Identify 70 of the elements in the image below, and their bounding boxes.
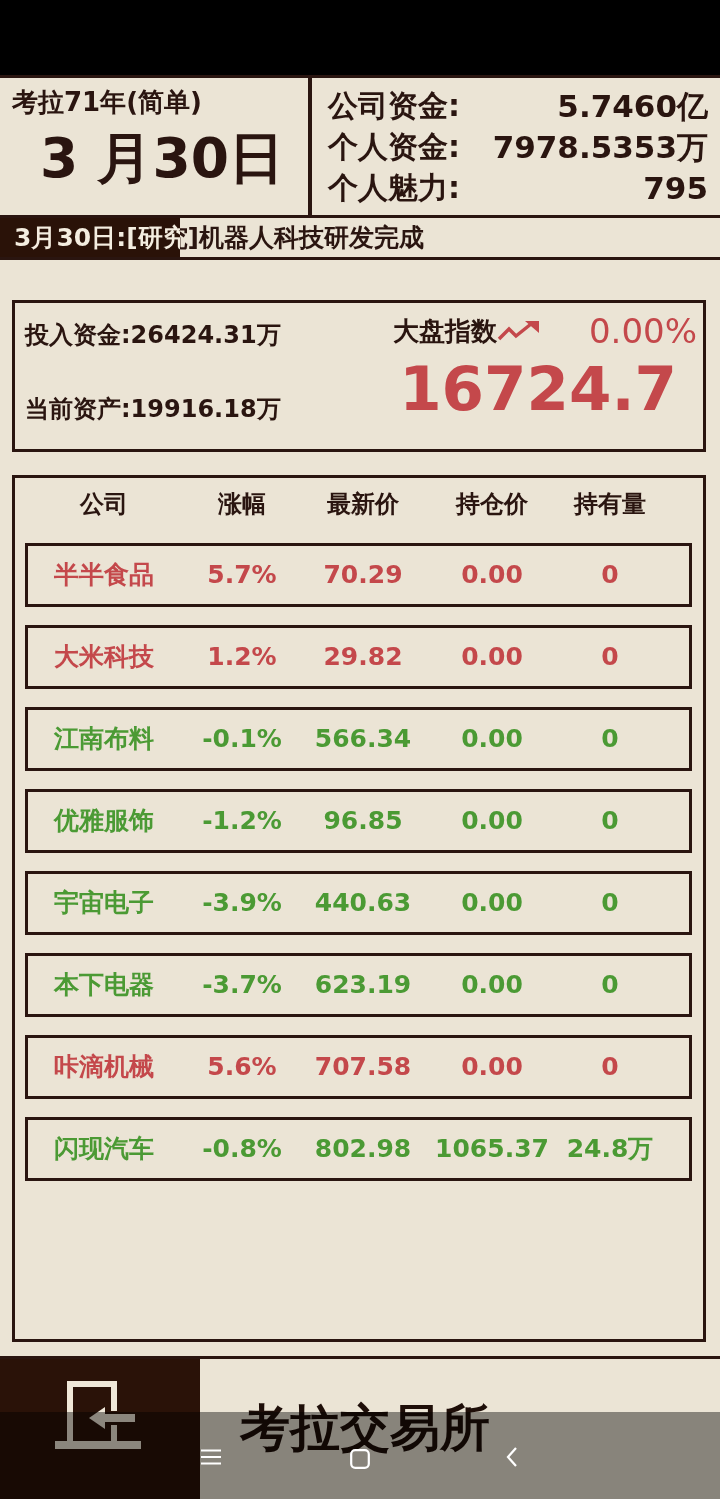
column-header: 持有量	[574, 489, 646, 520]
back-icon[interactable]	[506, 1447, 518, 1467]
table-cell-text: 0	[601, 887, 619, 919]
table-cell-text: 0.00	[461, 969, 523, 1001]
game-year: 考拉71年(简单)	[12, 86, 202, 119]
table-cell-text: 0.00	[461, 1051, 523, 1083]
table-cell-text: 0	[601, 641, 619, 673]
table-cell-text: 707.58	[314, 1051, 412, 1083]
table-cell-text: 江南布料	[54, 723, 154, 755]
exit-button[interactable]	[0, 1359, 200, 1499]
table-cell-text: 0.00	[461, 805, 523, 837]
stat-value: 5.7460亿	[557, 86, 708, 125]
stock-row[interactable]: 江南布料 -0.1% 566.34 0.00 0	[25, 707, 692, 771]
index-change: 0.00%	[589, 311, 697, 351]
table-cell-text: -0.1%	[202, 723, 282, 755]
stat-value: 795	[643, 168, 708, 207]
table-cell-text: 0	[601, 723, 619, 755]
table-cell-text: -1.2%	[202, 805, 282, 837]
stat-label: 公司资金:	[328, 86, 460, 125]
current-date: 3 月30日	[40, 125, 284, 192]
table-cell-text: 0	[601, 559, 619, 591]
stock-row[interactable]: 优雅服饰 -1.2% 96.85 0.00 0	[25, 789, 692, 853]
table-cell-text: 0.00	[461, 559, 523, 591]
table-cell-text: 闪现汽车	[54, 1133, 154, 1165]
table-cell-text: -3.7%	[202, 969, 282, 1001]
table-cell-text: 优雅服饰	[54, 805, 154, 837]
table-cell-text: 半半食品	[54, 559, 154, 591]
table-cell-text: 29.82	[323, 641, 403, 673]
stock-row[interactable]: 半半食品 5.7% 70.29 0.00 0	[25, 543, 692, 607]
table-cell-text: 大米科技	[54, 641, 154, 673]
table-cell-text: 0.00	[461, 723, 523, 755]
stat-label: 个人资金:	[328, 127, 460, 166]
stat-value: 7978.5353万	[492, 127, 708, 166]
table-cell-text: 802.98	[314, 1133, 412, 1165]
table-cell-text: 咔滴机械	[54, 1051, 154, 1083]
column-header: 涨幅	[218, 489, 266, 520]
table-cell-text: 1.2%	[207, 641, 277, 673]
stock-row[interactable]: 闪现汽车 -0.8% 802.98 1065.37 24.8万	[25, 1117, 692, 1181]
table-cell-text: -3.9%	[202, 887, 282, 919]
table-cell-text: -0.8%	[202, 1133, 282, 1165]
menu-icon[interactable]	[201, 1449, 221, 1465]
table-cell-text: 0.00	[461, 887, 523, 919]
table-cell-text: 0	[601, 969, 619, 1001]
table-cell-text: 1065.37	[435, 1133, 549, 1165]
stock-row[interactable]: 大米科技 1.2% 29.82 0.00 0	[25, 625, 692, 689]
exit-door-icon	[55, 1381, 141, 1449]
table-cell-text: 566.34	[314, 723, 412, 755]
column-header: 公司	[80, 489, 128, 520]
column-header: 持仓价	[456, 489, 528, 520]
stock-row[interactable]: 咔滴机械 5.6% 707.58 0.00 0	[25, 1035, 692, 1099]
table-cell-text: 0	[601, 805, 619, 837]
table-cell-text: 623.19	[314, 969, 412, 1001]
table-cell-text: 0.00	[461, 641, 523, 673]
table-cell-text: 本下电器	[54, 969, 154, 1001]
index-label: 大盘指数	[393, 315, 497, 348]
table-cell-text: 24.8万	[566, 1133, 654, 1165]
table-cell-text: 96.85	[323, 805, 403, 837]
invested-funds: 投入资金:26424.31万	[25, 320, 282, 351]
column-header: 最新价	[327, 489, 399, 520]
current-assets: 当前资产:19916.18万	[25, 394, 282, 425]
table-cell-text: 440.63	[314, 887, 412, 919]
table-cell-text: 5.7%	[207, 559, 277, 591]
table-cell-text: 70.29	[323, 559, 403, 591]
table-cell-text: 宇宙电子	[54, 887, 154, 919]
stock-row[interactable]: 本下电器 -3.7% 623.19 0.00 0	[25, 953, 692, 1017]
table-cell-text: 0	[601, 1051, 619, 1083]
stat-label: 个人魅力:	[328, 168, 460, 207]
stock-row[interactable]: 宇宙电子 -3.9% 440.63 0.00 0	[25, 871, 692, 935]
index-value: 16724.7	[399, 352, 677, 426]
table-cell-text: 5.6%	[207, 1051, 277, 1083]
